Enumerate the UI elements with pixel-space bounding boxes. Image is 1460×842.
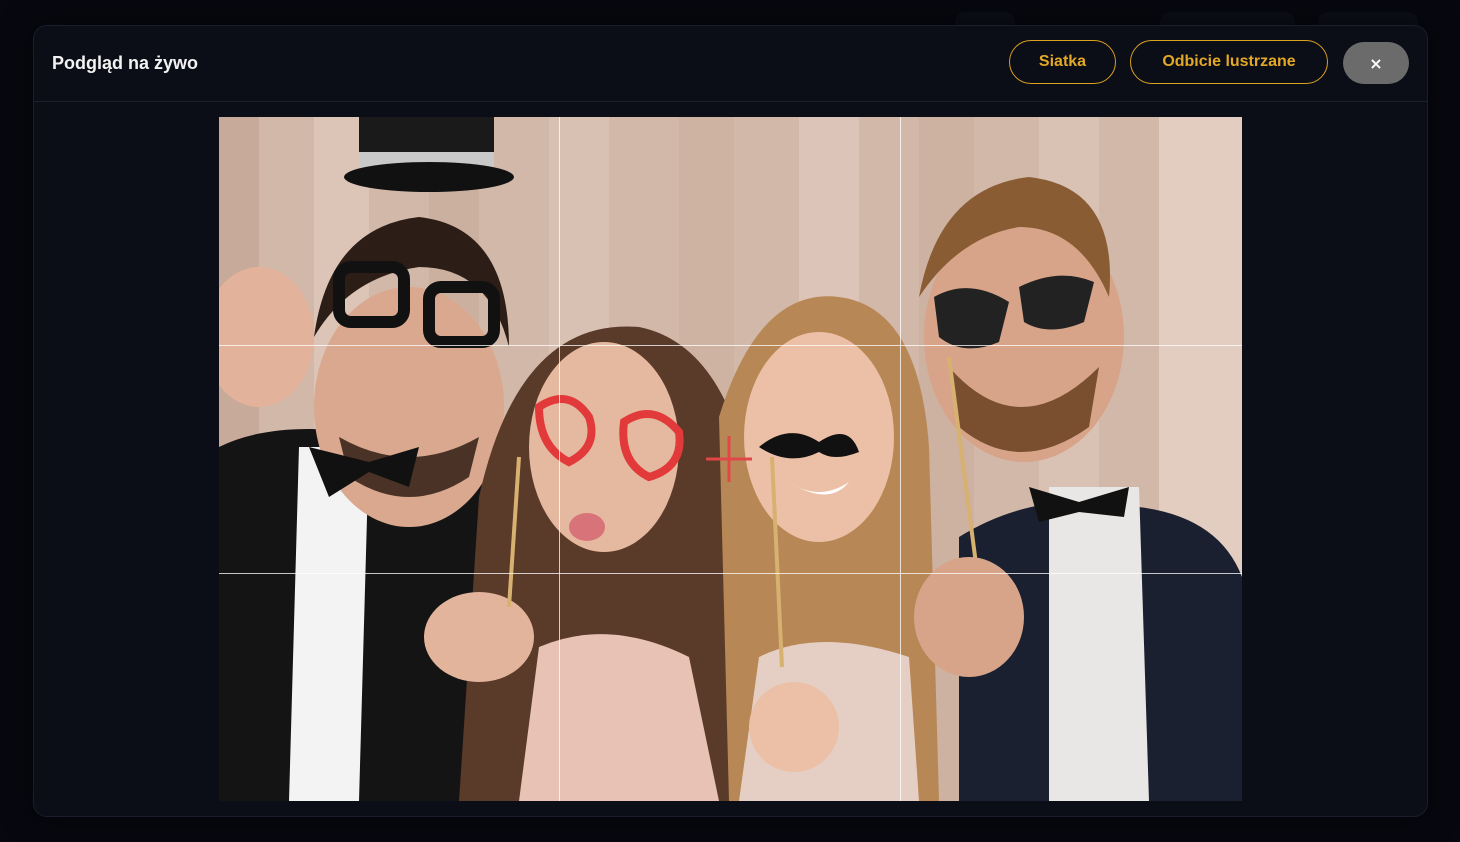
grid-line-horizontal-1 bbox=[219, 345, 1242, 346]
mirror-toggle-button[interactable]: Odbicie lustrzane bbox=[1130, 40, 1328, 84]
modal-title: Podgląd na żywo bbox=[52, 53, 199, 73]
grid-toggle-button[interactable]: Siatka bbox=[1009, 40, 1116, 84]
live-camera-preview bbox=[219, 117, 1242, 801]
close-button[interactable]: × bbox=[1343, 42, 1409, 84]
live-preview-modal: Podgląd na żywo Siatka Odbicie lustrzane… bbox=[33, 25, 1428, 817]
modal-header: Podgląd na żywo Siatka Odbicie lustrzane… bbox=[34, 26, 1427, 102]
grid-line-vertical-1 bbox=[559, 117, 560, 801]
grid-line-horizontal-2 bbox=[219, 573, 1242, 574]
person-woman-right bbox=[719, 296, 939, 801]
camera-photo bbox=[219, 117, 1242, 801]
grid-line-vertical-2 bbox=[900, 117, 901, 801]
